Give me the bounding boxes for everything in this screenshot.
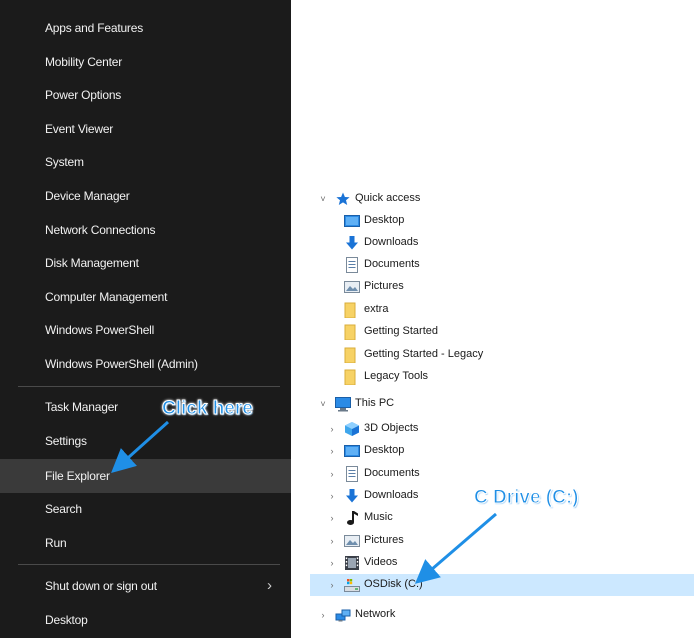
menu-item-file-explorer[interactable]: File Explorer <box>0 459 291 493</box>
menu-item-computer-management[interactable]: Computer Management <box>0 280 291 314</box>
menu-item-system[interactable]: System <box>0 145 291 179</box>
winx-menu: Apps and Features Mobility Center Power … <box>0 0 291 638</box>
chevron-right-icon: › <box>267 577 272 594</box>
menu-item-disk-management[interactable]: Disk Management <box>0 246 291 280</box>
music-note-icon <box>344 510 360 526</box>
tree-item-music[interactable]: › Music <box>310 507 694 529</box>
network-icon <box>335 607 351 623</box>
chevron-right-icon[interactable]: › <box>327 418 337 440</box>
chevron-right-icon[interactable]: › <box>327 463 337 485</box>
menu-separator <box>18 564 280 565</box>
folder-icon <box>344 302 360 319</box>
folder-icon <box>344 324 360 341</box>
tree-item-documents[interactable]: › Documents <box>310 463 694 485</box>
tree-item-getting-started[interactable]: Getting Started <box>310 321 694 343</box>
download-arrow-icon <box>344 235 360 251</box>
menu-item-shut-down-or-sign-out[interactable]: Shut down or sign out › <box>0 569 291 603</box>
tree-item-legacy-tools[interactable]: Legacy Tools <box>310 366 694 388</box>
tree-item-desktop[interactable]: Desktop <box>310 210 694 232</box>
tree-item-videos[interactable]: › Videos <box>310 552 694 574</box>
tree-item-3d-objects[interactable]: › 3D Objects <box>310 418 694 440</box>
menu-item-settings[interactable]: Settings <box>0 424 291 458</box>
desktop-icon <box>344 443 360 459</box>
tree-item-desktop[interactable]: › Desktop <box>310 440 694 462</box>
tree-item-getting-started-legacy[interactable]: Getting Started - Legacy <box>310 344 694 366</box>
pictures-icon <box>344 279 360 295</box>
star-icon <box>335 191 351 207</box>
chevron-right-icon[interactable]: › <box>318 604 328 626</box>
menu-item-power-options[interactable]: Power Options <box>0 78 291 112</box>
tree-item-network[interactable]: › Network <box>310 604 694 626</box>
navigation-pane: ˅ Quick access Desktop Downloads Documen… <box>310 186 699 638</box>
chevron-right-icon[interactable]: › <box>327 507 337 529</box>
cube-icon <box>344 421 360 437</box>
chevron-right-icon[interactable]: › <box>327 574 337 596</box>
menu-item-network-connections[interactable]: Network Connections <box>0 213 291 247</box>
computer-icon <box>335 396 351 412</box>
film-strip-icon <box>344 555 360 571</box>
menu-item-run[interactable]: Run <box>0 526 291 560</box>
menu-item-desktop[interactable]: Desktop <box>0 603 291 637</box>
document-icon <box>344 257 360 273</box>
download-arrow-icon <box>344 488 360 504</box>
tree-item-pictures[interactable]: Pictures <box>310 276 694 298</box>
menu-separator <box>18 386 280 387</box>
tree-item-downloads[interactable]: Downloads <box>310 232 694 254</box>
tree-item-osdisk-c[interactable]: › OSDisk (C:) <box>310 574 694 596</box>
folder-icon <box>344 369 360 386</box>
annotation-click-here: Click here <box>162 398 254 420</box>
folder-icon <box>344 347 360 364</box>
chevron-down-icon[interactable]: ˅ <box>318 188 328 210</box>
menu-item-apps-and-features[interactable]: Apps and Features <box>0 11 291 45</box>
chevron-right-icon[interactable]: › <box>327 552 337 574</box>
desktop-icon <box>344 213 360 229</box>
menu-item-mobility-center[interactable]: Mobility Center <box>0 45 291 79</box>
menu-item-device-manager[interactable]: Device Manager <box>0 179 291 213</box>
chevron-down-icon[interactable]: ˅ <box>318 393 328 415</box>
chevron-right-icon[interactable]: › <box>327 530 337 552</box>
menu-item-search[interactable]: Search <box>0 492 291 526</box>
menu-item-windows-powershell[interactable]: Windows PowerShell <box>0 313 291 347</box>
menu-item-windows-powershell-admin[interactable]: Windows PowerShell (Admin) <box>0 347 291 381</box>
tree-item-documents[interactable]: Documents <box>310 254 694 276</box>
tree-item-pictures[interactable]: › Pictures <box>310 530 694 552</box>
document-icon <box>344 466 360 482</box>
chevron-right-icon[interactable]: › <box>327 440 337 462</box>
tree-item-quick-access[interactable]: ˅ Quick access <box>310 188 694 210</box>
chevron-right-icon[interactable]: › <box>327 485 337 507</box>
annotation-c-drive: C Drive (C:) <box>474 487 580 509</box>
pictures-icon <box>344 533 360 549</box>
menu-item-event-viewer[interactable]: Event Viewer <box>0 112 291 146</box>
hard-drive-icon <box>344 577 360 593</box>
tree-item-extra[interactable]: extra <box>310 299 694 321</box>
tree-item-this-pc[interactable]: ˅ This PC <box>310 393 694 415</box>
